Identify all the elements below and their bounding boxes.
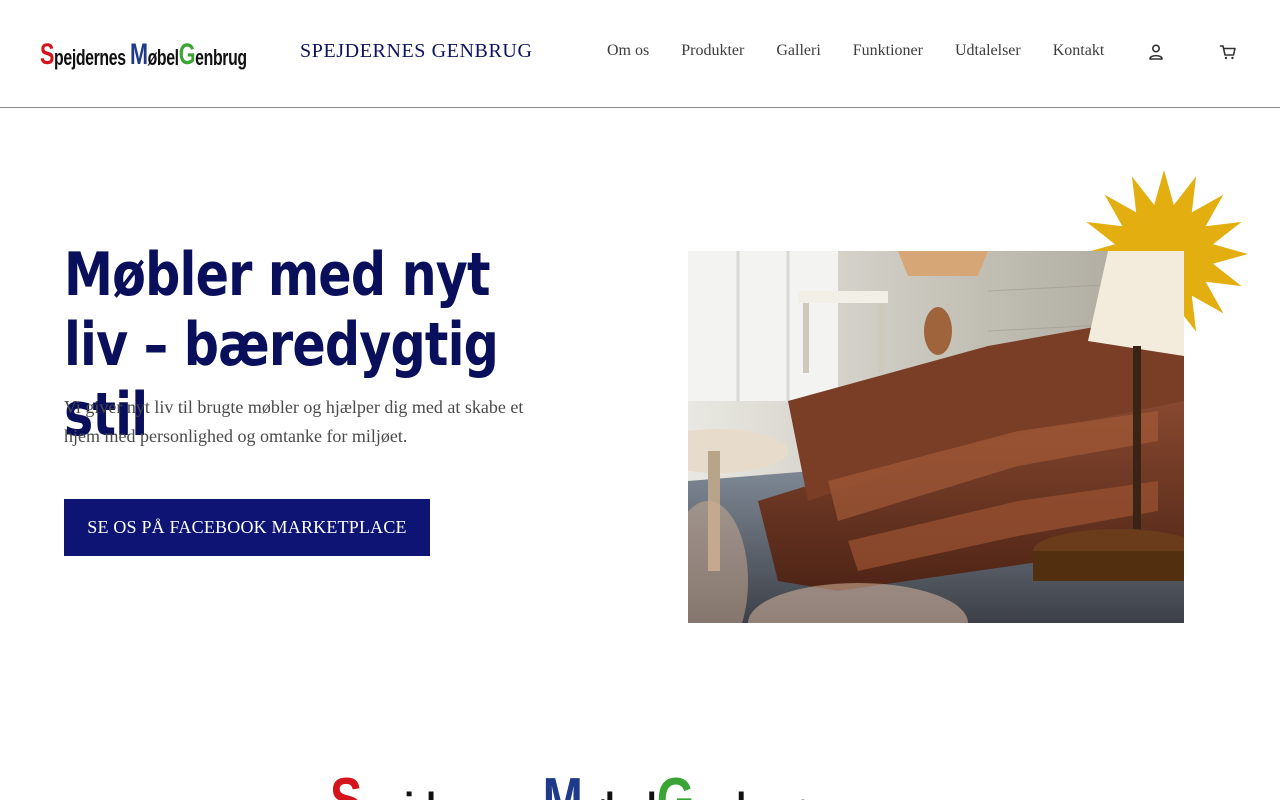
footer-logo-word-genbrug: enbrug [694, 786, 816, 800]
nav-item-produkter[interactable]: Produkter [681, 42, 744, 60]
footer-logo-word-spejdernes: pejdernes [362, 786, 532, 800]
nav-item-udtalelser[interactable]: Udtalelser [955, 42, 1021, 60]
nav-item-kontakt[interactable]: Kontakt [1053, 42, 1105, 60]
hero-description: Vi giver nyt liv til brugte møbler og hj… [64, 397, 524, 446]
sofa-photo [688, 251, 1184, 623]
cart-button[interactable] [1218, 42, 1238, 62]
user-icon [1149, 44, 1163, 60]
site-header: S pejdernes M øbel G enbrug SPEJDERNES G… [0, 0, 1280, 108]
cart-icon [1219, 45, 1236, 60]
logo-word-spejdernes: pejdernes [54, 45, 126, 70]
logo-word-genbrug: enbrug [195, 45, 247, 70]
footer-logo: S pejdernes M øbel G enbrug [330, 770, 816, 800]
footer-logo-word-mobel: øbel [583, 786, 657, 800]
brand-title[interactable]: SPEJDERNES GENBRUG [300, 40, 533, 63]
hero-image-sofa [688, 251, 1184, 623]
site-logo[interactable]: S pejdernes M øbel G enbrug [40, 38, 247, 70]
logo-letter-g: G [178, 38, 196, 71]
logo-letter-s: S [40, 38, 55, 71]
logo-letter-m: M [129, 38, 148, 71]
footer-logo-letter-s: S [330, 770, 362, 800]
footer-logo-letter-g: G [657, 770, 695, 800]
logo-word-mobel: øbel [147, 45, 179, 70]
facebook-marketplace-button[interactable]: SE OS PÅ FACEBOOK MARKETPLACE [64, 499, 430, 556]
main-nav: Om os Produkter Galleri Funktioner Udtal… [607, 42, 1104, 60]
nav-item-om-os[interactable]: Om os [607, 42, 649, 60]
footer-logo-letter-m: M [543, 770, 583, 800]
nav-item-funktioner[interactable]: Funktioner [853, 42, 923, 60]
account-button[interactable] [1146, 42, 1166, 62]
nav-item-galleri[interactable]: Galleri [776, 42, 820, 60]
